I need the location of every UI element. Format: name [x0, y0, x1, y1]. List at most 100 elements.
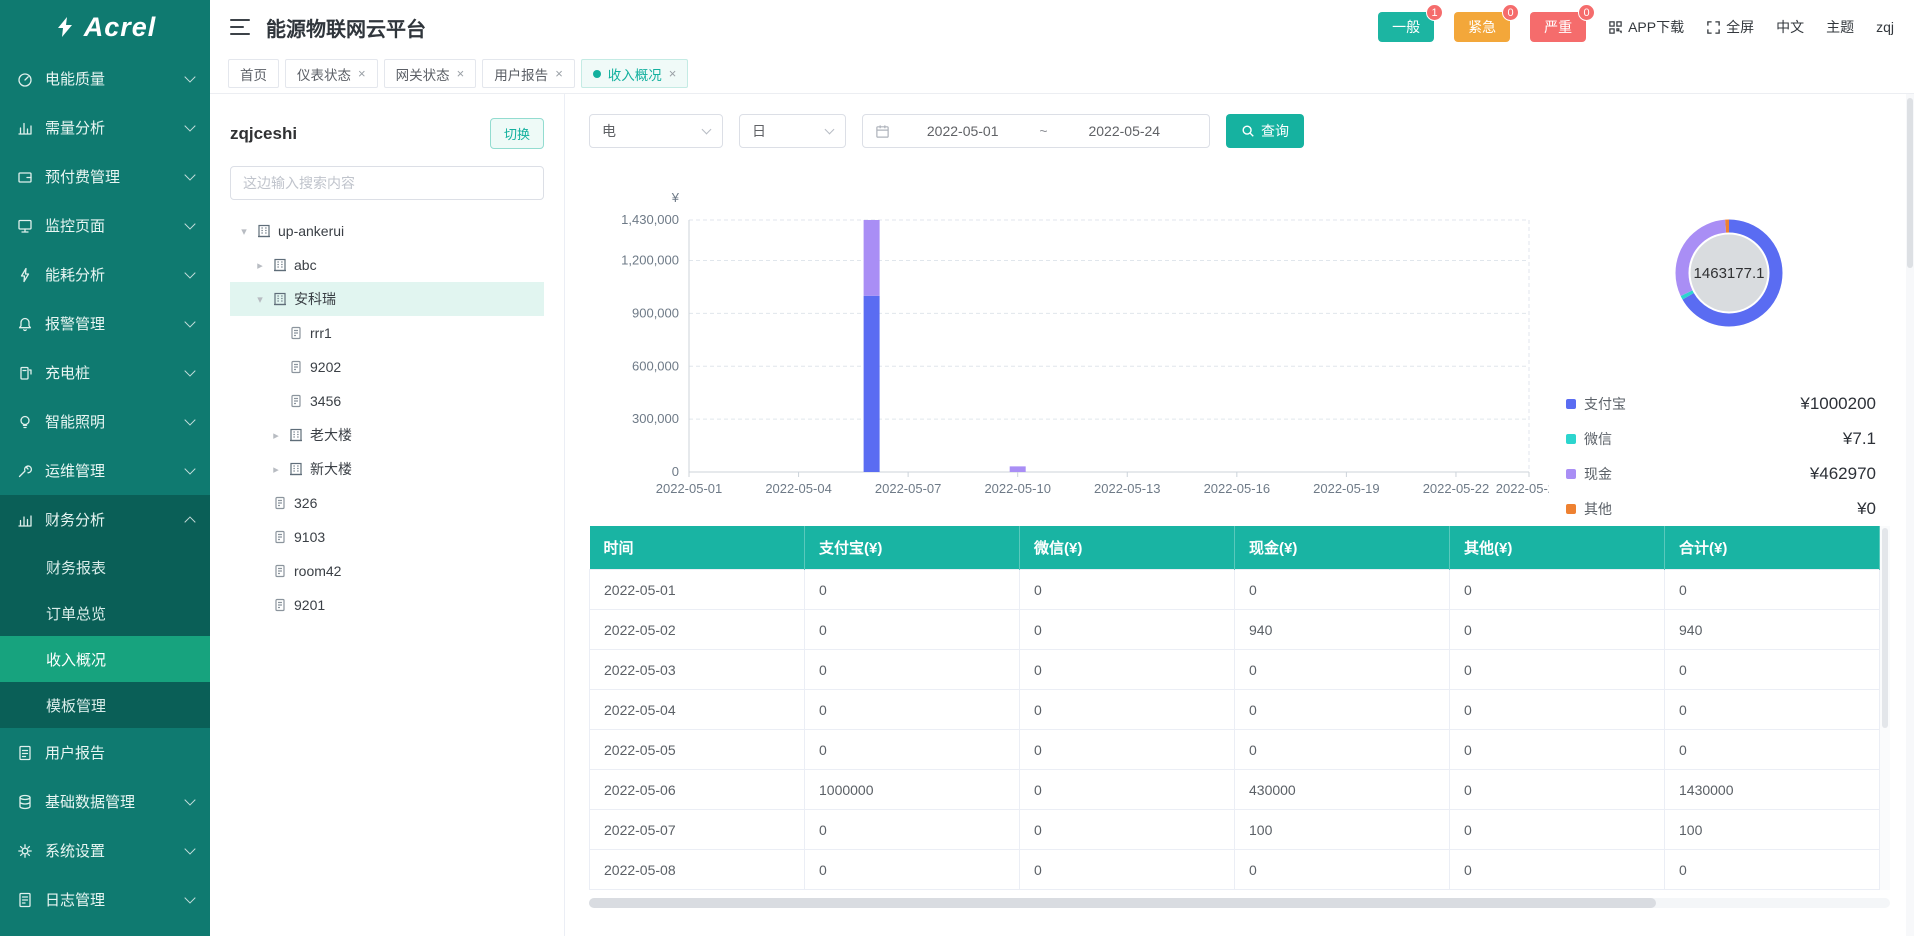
alert-pill-urgent[interactable]: 紧急0 — [1454, 12, 1510, 42]
system-settings-icon — [16, 842, 34, 860]
svg-text:0: 0 — [672, 464, 679, 479]
sidebar-item-power-quality[interactable]: 电能质量 — [0, 54, 210, 103]
sidebar-item-demand-analysis[interactable]: 需量分析 — [0, 103, 210, 152]
sidebar-item-system-settings[interactable]: 系统设置 — [0, 826, 210, 875]
table-cell: 0 — [805, 730, 1020, 770]
period-select[interactable]: 日 — [739, 114, 846, 148]
sidebar-item-user-report[interactable]: 用户报告 — [0, 728, 210, 777]
table-cell: 0 — [1235, 570, 1450, 610]
table-cell: 0 — [1450, 650, 1665, 690]
tree-node-label: 新大楼 — [310, 459, 352, 479]
energy-type-select[interactable]: 电 — [589, 114, 723, 148]
tree-node-新大楼[interactable]: ▸ 新大楼 — [230, 452, 544, 486]
caret-right-icon[interactable]: ▸ — [270, 463, 282, 476]
tree-node-label: abc — [294, 257, 317, 273]
close-icon[interactable]: × — [555, 67, 563, 80]
sidebar-item-ops-management[interactable]: 运维管理 — [0, 446, 210, 495]
table-cell: 1430000 — [1665, 770, 1880, 810]
close-icon[interactable]: × — [669, 67, 677, 80]
app-root: Acrel 电能质量需量分析预付费管理监控页面能耗分析报警管理充电桩智能照明运维… — [0, 0, 1914, 936]
tree-search-input[interactable] — [230, 166, 544, 200]
table-cell: 0 — [1450, 810, 1665, 850]
tree-node-326[interactable]: 326 — [230, 486, 544, 520]
tree-node-up-ankerui[interactable]: ▾up-ankerui — [230, 214, 544, 248]
user-menu[interactable]: zqj — [1876, 19, 1894, 35]
sidebar-item-finance-analysis[interactable]: 财务分析 — [0, 495, 210, 544]
tab-label: 收入概况 — [608, 64, 662, 84]
table-cell: 0 — [1450, 770, 1665, 810]
sidebar-item-charging-pile[interactable]: 充电桩 — [0, 348, 210, 397]
table-vertical-scrollbar[interactable] — [1880, 526, 1890, 890]
energy-analysis-icon — [16, 266, 34, 284]
caret-down-icon[interactable]: ▾ — [254, 293, 266, 306]
chevron-down-icon — [184, 71, 195, 82]
tree-node-room42[interactable]: room42 — [230, 554, 544, 588]
legend-item-微信[interactable]: 微信¥7.1 — [1566, 421, 1876, 456]
sidebar-item-prepaid-management[interactable]: 预付费管理 — [0, 152, 210, 201]
income-table-wrap: 时间支付宝(¥)微信(¥)现金(¥)其他(¥)合计(¥) 2022-05-010… — [589, 526, 1890, 890]
legend-item-其他[interactable]: 其他¥0 — [1566, 491, 1876, 526]
table-cell: 0 — [1665, 570, 1880, 610]
device-icon — [288, 359, 304, 375]
tab-income-overview[interactable]: 收入概况 × — [581, 59, 689, 88]
chevron-up-icon — [184, 516, 195, 527]
alert-count-badge: 0 — [1578, 4, 1595, 21]
switch-project-button[interactable]: 切换 — [490, 118, 544, 149]
tree-node-9202[interactable]: 9202 — [230, 350, 544, 384]
scrollbar-thumb[interactable] — [1882, 528, 1888, 728]
legend-item-支付宝[interactable]: 支付宝¥1000200 — [1566, 386, 1876, 421]
close-icon[interactable]: × — [358, 67, 366, 80]
caret-right-icon[interactable]: ▸ — [270, 429, 282, 442]
sidebar-item-label: 需量分析 — [45, 117, 105, 138]
sidebar-item-smart-lighting[interactable]: 智能照明 — [0, 397, 210, 446]
scrollbar-thumb[interactable] — [1907, 98, 1913, 268]
sidebar-item-finance-report[interactable]: 财务报表 — [0, 544, 210, 590]
fullscreen-button[interactable]: 全屏 — [1706, 17, 1754, 37]
table-cell: 2022-05-06 — [590, 770, 805, 810]
scrollbar-thumb[interactable] — [589, 898, 1656, 908]
alert-pill-general[interactable]: 一般1 — [1378, 12, 1434, 42]
tab-gateway-status[interactable]: 网关状态× — [384, 59, 477, 88]
sidebar-item-log-management[interactable]: 日志管理 — [0, 875, 210, 924]
tree-node-9103[interactable]: 9103 — [230, 520, 544, 554]
sidebar-item-alarm-management[interactable]: 报警管理 — [0, 299, 210, 348]
language-switch[interactable]: 中文 — [1776, 17, 1804, 37]
tree-node-老大楼[interactable]: ▸老大楼 — [230, 418, 544, 452]
tab-meter-status[interactable]: 仪表状态× — [285, 59, 378, 88]
tree-node-abc[interactable]: ▸ abc — [230, 248, 544, 282]
page-scrollbar[interactable] — [1906, 94, 1914, 936]
sidebar-item-label: 财务分析 — [45, 509, 105, 530]
legend-item-现金[interactable]: 现金¥462970 — [1566, 456, 1876, 491]
main-column: 能源物联网云平台 一般1紧急0严重0 APP下载 全屏 — [210, 0, 1914, 936]
tree-node-rrr1[interactable]: rrr1 — [230, 316, 544, 350]
tab-home[interactable]: 首页 — [228, 59, 279, 88]
tree-node-label: 9202 — [310, 359, 341, 375]
sidebar-item-monitor-page[interactable]: 监控页面 — [0, 201, 210, 250]
table-cell: 0 — [1450, 690, 1665, 730]
table-horizontal-scrollbar[interactable] — [589, 898, 1890, 908]
table-cell: 0 — [805, 610, 1020, 650]
date-range-picker[interactable]: 2022-05-01 ~ 2022-05-24 — [862, 114, 1210, 148]
sidebar-item-basic-data[interactable]: 基础数据管理 — [0, 777, 210, 826]
charging-pile-icon — [16, 364, 34, 382]
tree-node-9201[interactable]: 9201 — [230, 588, 544, 622]
tab-user-report[interactable]: 用户报告× — [482, 59, 575, 88]
sidebar-item-order-overview[interactable]: 订单总览 — [0, 590, 210, 636]
sidebar-item-income-overview[interactable]: 收入概况 — [0, 636, 210, 682]
menu-collapse-icon[interactable] — [230, 19, 250, 35]
caret-down-icon[interactable]: ▾ — [238, 225, 250, 238]
monitor-page-icon — [16, 217, 34, 235]
caret-right-icon[interactable]: ▸ — [254, 259, 266, 272]
tree-node-安科瑞[interactable]: ▾安科瑞 — [230, 282, 544, 316]
theme-switch[interactable]: 主题 — [1826, 17, 1854, 37]
sidebar-item-template-management[interactable]: 模板管理 — [0, 682, 210, 728]
alert-pill-critical[interactable]: 严重0 — [1530, 12, 1586, 42]
close-icon[interactable]: × — [457, 67, 465, 80]
menu-group-finance-analysis: 财务分析财务报表订单总览收入概况模板管理 — [0, 495, 210, 728]
tree-node-3456[interactable]: 3456 — [230, 384, 544, 418]
query-button[interactable]: 查询 — [1226, 114, 1304, 148]
sidebar-item-energy-analysis[interactable]: 能耗分析 — [0, 250, 210, 299]
table-cell: 0 — [1450, 730, 1665, 770]
app-download-link[interactable]: APP下载 — [1608, 17, 1684, 37]
app-download-label: APP下载 — [1628, 17, 1684, 37]
